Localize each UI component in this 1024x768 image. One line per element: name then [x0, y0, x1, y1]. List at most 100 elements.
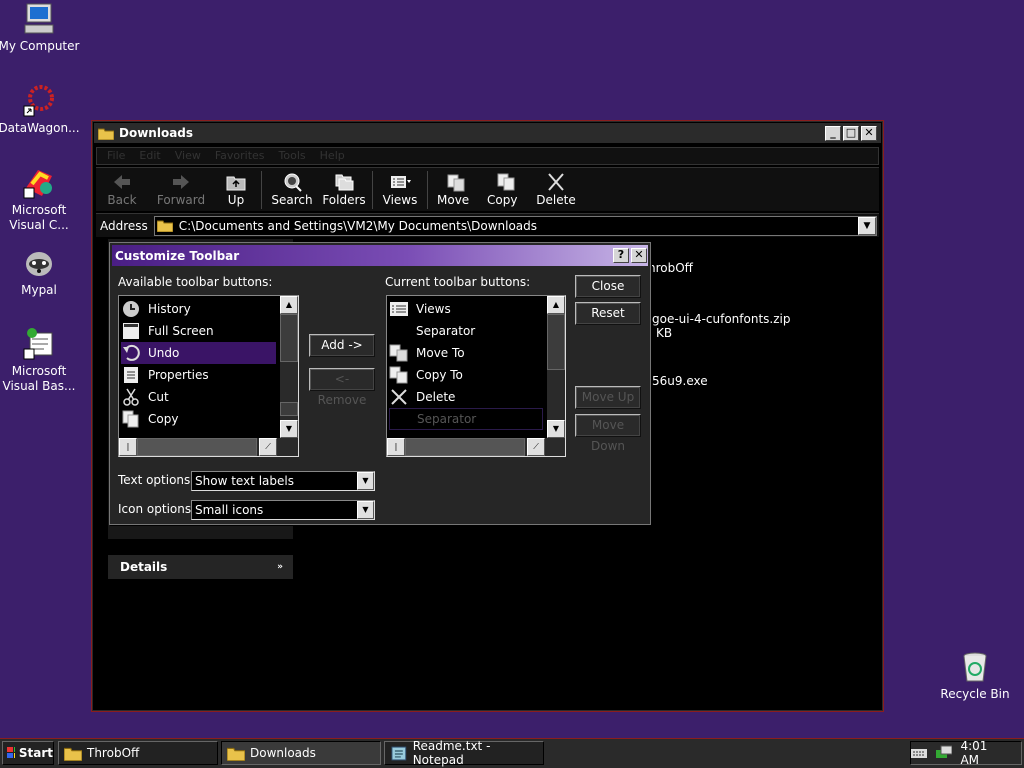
- list-item[interactable]: Full Screen: [121, 320, 276, 342]
- scroll-thumb[interactable]: [547, 314, 565, 370]
- desktop-icon-my-computer[interactable]: My Computer: [0, 2, 81, 54]
- notepad-icon: [391, 746, 407, 760]
- desktop-icon-recycle-bin[interactable]: Recycle Bin: [933, 650, 1017, 702]
- taskbar-item-downloads[interactable]: Downloads: [221, 741, 381, 765]
- windows-logo-icon: [7, 747, 15, 758]
- scroll-left-button[interactable]: |: [119, 438, 137, 456]
- list-item[interactable]: Move To: [389, 342, 543, 364]
- desktop-icon-datawagon[interactable]: DataWagon...: [0, 84, 81, 136]
- taskbar: Start ThrobOff Downloads Readme.txt - No…: [0, 738, 1024, 768]
- list-item-focused[interactable]: Separator: [389, 408, 543, 430]
- text-options-select[interactable]: Show text labels ▼: [191, 471, 375, 491]
- available-buttons-list[interactable]: History Full Screen Undo Properties Cut …: [118, 295, 299, 457]
- available-buttons-label: Available toolbar buttons:: [118, 275, 273, 289]
- views-icon: [389, 300, 409, 318]
- list-item[interactable]: Separator: [389, 320, 543, 342]
- chevron-down-icon[interactable]: ▼: [357, 472, 374, 490]
- dialog-title-bar[interactable]: Customize Toolbar ? ✕: [112, 245, 648, 266]
- scroll-left-button[interactable]: |: [387, 438, 405, 456]
- menu-item[interactable]: File: [107, 148, 125, 164]
- current-buttons-list[interactable]: Views Separator Move To Copy To Delete S…: [386, 295, 566, 457]
- folder-icon: [64, 747, 82, 761]
- raccoon-icon: [22, 246, 56, 280]
- scroll-down-button[interactable]: ▼: [547, 420, 565, 438]
- file-name[interactable]: hrobOff: [648, 261, 693, 275]
- system-tray: 4:01 AM: [910, 739, 1022, 767]
- taskbar-item-throboff[interactable]: ThrobOff: [58, 741, 218, 765]
- maximize-button[interactable]: □: [843, 125, 859, 141]
- file-name[interactable]: goe-ui-4-cufonfonts.zip: [652, 312, 790, 326]
- address-field[interactable]: C:\Documents and Settings\VM2\My Documen…: [153, 215, 877, 236]
- network-icon[interactable]: [935, 745, 953, 761]
- vertical-scrollbar[interactable]: ▲ ▼: [280, 296, 298, 438]
- back-button[interactable]: Back: [96, 168, 148, 207]
- menu-item[interactable]: Help: [320, 148, 345, 164]
- list-item[interactable]: Copy To: [389, 364, 543, 386]
- scroll-up-button[interactable]: ▲: [280, 296, 298, 314]
- close-button[interactable]: ✕: [861, 125, 877, 141]
- dialog-close-action-button[interactable]: Close: [575, 275, 641, 298]
- start-button[interactable]: Start: [2, 741, 54, 765]
- copy-icon: [121, 410, 141, 428]
- scroll-up-button[interactable]: ▲: [547, 296, 565, 314]
- menu-item[interactable]: Edit: [139, 148, 160, 164]
- list-item[interactable]: History: [121, 298, 276, 320]
- search-icon: [284, 173, 302, 192]
- list-item[interactable]: Delete: [389, 386, 543, 408]
- move-up-button[interactable]: Move Up: [575, 386, 641, 409]
- delete-button[interactable]: Delete: [531, 168, 581, 207]
- menu-item[interactable]: Favorites: [215, 148, 265, 164]
- desktop-icon-mypal[interactable]: Mypal: [0, 246, 81, 298]
- list-item[interactable]: Copy: [121, 408, 276, 430]
- list-item[interactable]: Cut: [121, 386, 276, 408]
- file-name[interactable]: 56u9.exe: [652, 374, 708, 388]
- move-down-button[interactable]: Move Down: [575, 414, 641, 453]
- current-buttons-label: Current toolbar buttons:: [385, 275, 531, 289]
- horizontal-scroll-thumb[interactable]: [137, 438, 257, 456]
- menu-item[interactable]: Tools: [279, 148, 306, 164]
- folders-button[interactable]: Folders: [319, 168, 369, 207]
- desktop-icon-visual-c[interactable]: Microsoft Visual C...: [0, 166, 81, 233]
- chevron-down-icon[interactable]: ▼: [357, 501, 374, 519]
- add-button[interactable]: Add ->: [309, 334, 375, 357]
- clock[interactable]: 4:01 AM: [960, 739, 1009, 767]
- vertical-scrollbar[interactable]: ▲ ▼: [547, 296, 565, 438]
- address-dropdown-button[interactable]: ▼: [858, 216, 876, 235]
- horizontal-scroll-thumb[interactable]: [405, 438, 525, 456]
- folder-icon: [227, 747, 245, 761]
- icon-options-select[interactable]: Small icons ▼: [191, 500, 375, 520]
- search-button[interactable]: Search: [265, 168, 319, 207]
- resize-grip-icon[interactable]: ⟋: [527, 438, 545, 456]
- details-panel-header[interactable]: Details »: [108, 555, 293, 579]
- scroll-thumb[interactable]: [280, 314, 298, 362]
- history-icon: [121, 300, 141, 318]
- expand-chevron-icon: »: [277, 562, 283, 572]
- up-button[interactable]: Up: [214, 168, 258, 207]
- scroll-thumb-secondary[interactable]: [280, 402, 298, 416]
- scroll-down-button[interactable]: ▼: [280, 420, 298, 438]
- taskbar-item-notepad[interactable]: Readme.txt - Notepad: [384, 739, 544, 767]
- undo-icon: [121, 344, 141, 362]
- list-item[interactable]: Views: [389, 298, 543, 320]
- reset-button[interactable]: Reset: [575, 302, 641, 325]
- visual-c-icon: [22, 166, 56, 200]
- minimize-button[interactable]: _: [825, 125, 841, 141]
- remove-button[interactable]: <- Remove: [309, 368, 375, 407]
- properties-icon: [121, 366, 141, 384]
- desktop-icon-label: DataWagon...: [0, 121, 80, 135]
- text-options-label: Text options:: [118, 473, 195, 487]
- desktop-icon-visual-basic[interactable]: Microsoft Visual Bas...: [0, 327, 81, 394]
- views-button[interactable]: Views: [376, 168, 424, 207]
- help-button[interactable]: ?: [613, 248, 629, 263]
- list-item[interactable]: Properties: [121, 364, 276, 386]
- menu-item[interactable]: View: [175, 148, 201, 164]
- forward-button[interactable]: Forward: [148, 168, 214, 207]
- horizontal-scrollbar[interactable]: | ⟋: [119, 438, 298, 456]
- horizontal-scrollbar[interactable]: | ⟋: [387, 438, 565, 456]
- dialog-close-button[interactable]: ✕: [631, 248, 647, 263]
- move-to-icon: [389, 344, 409, 362]
- keyboard-icon[interactable]: [910, 747, 927, 759]
- explorer-title-bar[interactable]: Downloads _ □ ✕: [94, 123, 881, 143]
- list-item-selected[interactable]: Undo: [121, 342, 276, 364]
- resize-grip-icon[interactable]: ⟋: [259, 438, 277, 456]
